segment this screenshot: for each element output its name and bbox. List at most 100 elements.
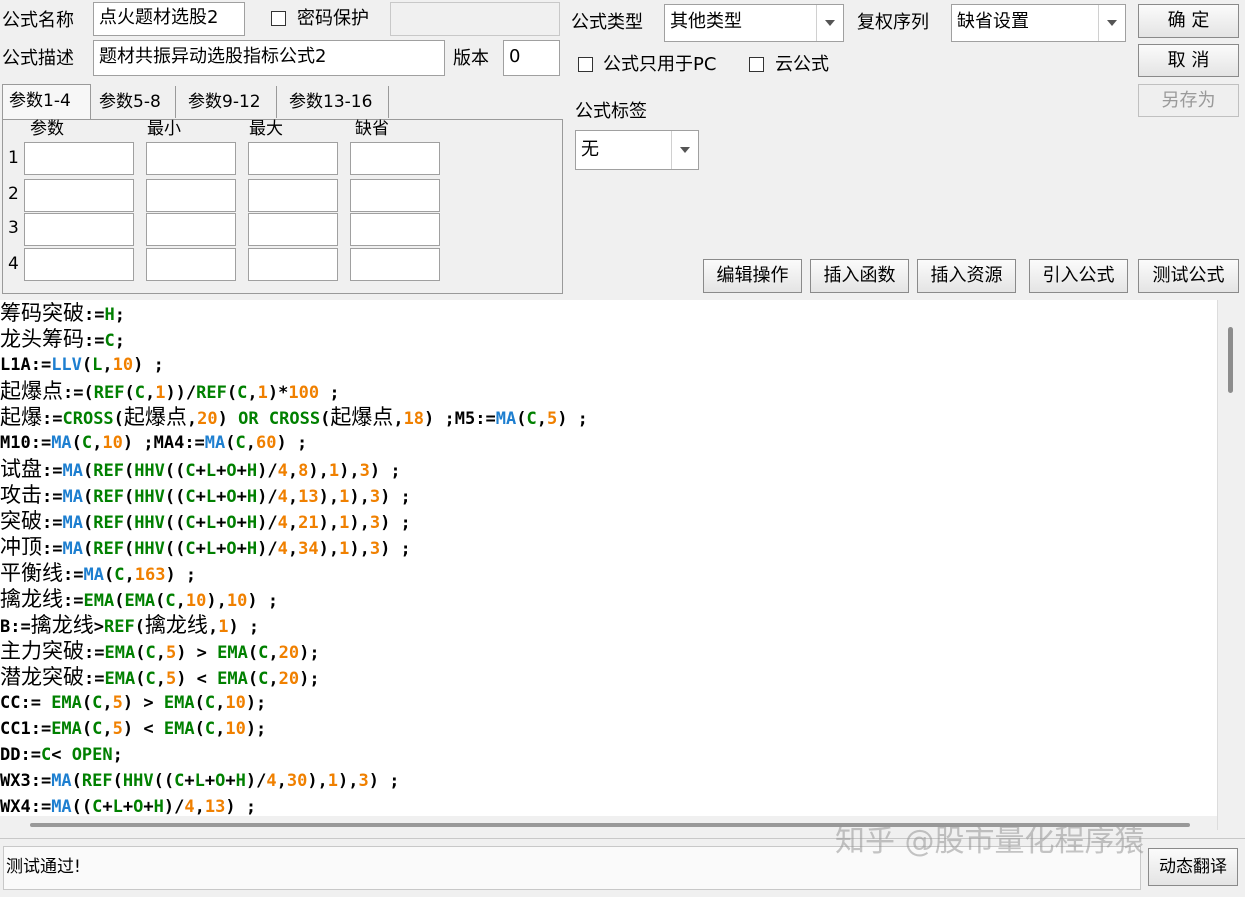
param-default-input[interactable] xyxy=(350,179,440,212)
cloud-checkbox[interactable] xyxy=(749,57,764,72)
password-checkbox[interactable] xyxy=(271,11,286,26)
param-default-input[interactable] xyxy=(350,248,440,281)
param-name-input[interactable] xyxy=(24,248,134,281)
cloud-label: 云公式 xyxy=(775,54,829,75)
code-token: O xyxy=(226,487,237,507)
code-token: 34 xyxy=(298,539,319,559)
param-name-input[interactable] xyxy=(24,179,134,212)
pc-only-checkbox[interactable] xyxy=(578,57,593,72)
tab-params-9-12[interactable]: 参数9-12 xyxy=(182,86,277,118)
formula-name-input[interactable]: 点火题材选股2 xyxy=(93,2,245,36)
code-editor[interactable]: 筹码突破:=H; 龙头筹码:=C; L1A:=LLV(L,10) ; 起爆点:=(RE… xyxy=(0,300,1217,816)
code-token: := xyxy=(84,669,105,689)
code-token: (( xyxy=(164,461,186,481)
param-default-input[interactable] xyxy=(350,142,440,175)
code-token: (( xyxy=(164,513,186,533)
watermark: 知乎 @股市量化程序猿 xyxy=(835,824,1145,859)
param-name-input[interactable] xyxy=(24,213,134,246)
version-input[interactable]: 0 xyxy=(503,40,560,76)
code-token: 13 xyxy=(298,487,319,507)
code-token: 1 xyxy=(339,539,350,559)
code-token: EMA xyxy=(217,669,248,689)
formula-tag-select[interactable]: 无 xyxy=(575,130,699,170)
param-max-input[interactable] xyxy=(248,179,338,212)
param-name-input[interactable] xyxy=(24,142,134,175)
formula-desc-input[interactable]: 题材共振异动选股指标公式2 xyxy=(93,40,445,76)
ok-button[interactable]: 确 定 xyxy=(1138,4,1239,38)
formula-type-label: 公式类型 xyxy=(571,12,643,33)
code-token: 3 xyxy=(369,539,381,559)
code-token: ), xyxy=(318,513,340,533)
param-min-input[interactable] xyxy=(146,248,236,281)
param-max-input[interactable] xyxy=(248,142,338,175)
code-token: 5 xyxy=(165,643,177,663)
password-input[interactable] xyxy=(390,2,560,36)
code-line: 冲顶:=MA(REF(HHV((C+L+O+H)/4,34),1),3) ; xyxy=(0,534,411,562)
param-max-input[interactable] xyxy=(248,213,338,246)
code-token: REF xyxy=(93,539,124,559)
code-token: , xyxy=(268,669,279,689)
param-max-input[interactable] xyxy=(248,248,338,281)
code-token: ) ; xyxy=(225,797,257,816)
code-token: + xyxy=(236,513,247,533)
code-token: ( xyxy=(81,719,93,739)
tab-params-1-4[interactable]: 参数1-4 xyxy=(2,84,91,120)
code-token: , xyxy=(175,591,186,611)
insert-resource-button[interactable]: 插入资源 xyxy=(917,259,1016,293)
save-as-button[interactable]: 另存为 xyxy=(1138,84,1239,117)
edit-ops-button[interactable]: 编辑操作 xyxy=(703,259,802,293)
code-token: , xyxy=(215,719,226,739)
code-token: L xyxy=(112,797,123,816)
code-token: MA xyxy=(51,797,72,816)
code-token: C xyxy=(235,433,246,453)
test-formula-button[interactable]: 测试公式 xyxy=(1138,259,1239,293)
code-token: ) ; xyxy=(557,409,588,429)
code-line: WX3:=MA(REF(HHV((C+L+O+H)/4,30),1),3) ; xyxy=(0,768,400,794)
code-token: ; xyxy=(112,745,123,765)
rights-select[interactable]: 缺省设置 xyxy=(951,4,1126,42)
code-token: , xyxy=(186,409,198,429)
code-token: )/ xyxy=(245,771,267,791)
code-token: 18 xyxy=(403,409,425,429)
code-token: 擒龙线 xyxy=(144,613,208,637)
param-min-input[interactable] xyxy=(146,179,236,212)
code-line: M10:=MA(C,10) ;MA4:=MA(C,60) ; xyxy=(0,430,307,456)
code-token: ( xyxy=(516,409,527,429)
code-token: 1 xyxy=(218,617,229,637)
code-token: C xyxy=(92,797,103,816)
param-row-number: 1 xyxy=(8,148,19,168)
code-token: := xyxy=(84,643,105,663)
code-token: ) > xyxy=(176,643,218,663)
code-token: MA xyxy=(62,539,83,559)
code-token: 擒龙线 xyxy=(30,613,94,637)
vertical-scrollbar[interactable] xyxy=(1217,300,1245,830)
code-token: EMA xyxy=(124,591,156,611)
param-min-input[interactable] xyxy=(146,142,236,175)
insert-function-button[interactable]: 插入函数 xyxy=(810,259,909,293)
dynamic-translate-button[interactable]: 动态翻译 xyxy=(1148,848,1238,886)
code-token: , xyxy=(124,565,135,585)
tab-params-13-16[interactable]: 参数13-16 xyxy=(283,86,389,118)
code-token: MA xyxy=(51,771,72,791)
scrollbar-thumb[interactable] xyxy=(1228,327,1233,393)
code-token: 100 xyxy=(288,383,320,403)
code-token: ( xyxy=(71,433,82,453)
code-token: L xyxy=(194,771,205,791)
code-token: ( xyxy=(135,643,146,663)
cancel-button[interactable]: 取 消 xyxy=(1138,44,1239,77)
chevron-down-icon xyxy=(816,5,843,41)
code-token: 5 xyxy=(546,409,558,429)
code-token: 10 xyxy=(225,719,246,739)
code-line: 龙头筹码:=C; xyxy=(0,326,125,354)
code-token: 起爆 xyxy=(0,405,42,429)
import-formula-button[interactable]: 引入公式 xyxy=(1029,259,1128,293)
code-token: ), xyxy=(349,487,370,507)
param-default-input[interactable] xyxy=(350,213,440,246)
code-token: + xyxy=(143,797,154,816)
param-min-input[interactable] xyxy=(146,213,236,246)
formula-type-select[interactable]: 其他类型 xyxy=(664,4,844,42)
code-token: , xyxy=(102,355,113,375)
tab-params-5-8[interactable]: 参数5-8 xyxy=(93,86,176,118)
code-token: HHV xyxy=(134,461,165,481)
code-line: DD:=C< OPEN; xyxy=(0,742,123,768)
